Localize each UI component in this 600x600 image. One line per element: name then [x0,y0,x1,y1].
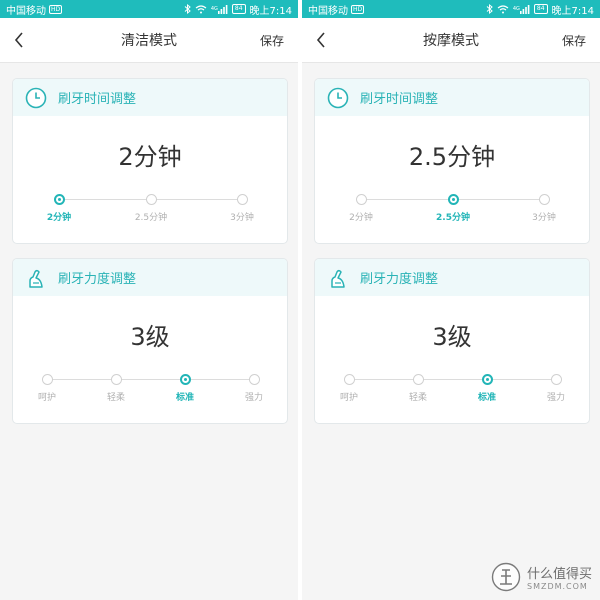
time-card-title: 刷牙时间调整 [58,92,137,107]
page-title: 按摩模式 [423,33,479,49]
smzdm-logo-icon [491,562,521,592]
slider-track [349,379,556,380]
force-card-title: 刷牙力度调整 [58,272,137,287]
nav-bar: 清洁模式 保存 [0,18,298,63]
network-type: 4G [512,6,520,12]
time-card-header: 刷牙时间调整 [315,79,589,116]
time-value: 2分钟 [118,143,182,171]
save-button[interactable]: 保存 [562,32,586,49]
slider-option-label[interactable]: 标准 [478,390,496,403]
slider-option-label[interactable]: 2分钟 [47,210,71,223]
slider-option-label[interactable]: 轻柔 [409,390,427,403]
force-adjust-card: 刷牙力度调整 3级 呵护 轻柔 标准 强力 [314,258,590,424]
back-button[interactable] [316,30,336,50]
slider-option-label[interactable]: 标准 [176,390,194,403]
slider-option-dot[interactable] [412,374,424,385]
slider-option-dot[interactable] [236,194,248,205]
force-slider[interactable]: 呵护 轻柔 标准 强力 [315,374,589,414]
slider-option-label[interactable]: 2.5分钟 [436,210,470,223]
time-slider[interactable]: 2分钟 2.5分钟 3分钟 [13,194,287,234]
slider-option-label[interactable]: 轻柔 [107,390,125,403]
page-title: 清洁模式 [121,33,177,49]
time-adjust-card: 刷牙时间调整 2分钟 2分钟 2.5分钟 3分钟 [12,78,288,244]
nav-bar: 按摩模式 保存 [302,18,600,63]
signal-icon: 4G [512,4,530,14]
force-value: 3级 [130,323,170,351]
force-card-header: 刷牙力度调整 [13,259,287,296]
force-card-header: 刷牙力度调整 [315,259,589,296]
chevron-left-icon [14,32,23,48]
slider-option-label[interactable]: 3分钟 [230,210,254,223]
carrier-name: 中国移动 [6,5,46,17]
bluetooth-icon [486,4,493,14]
time-value: 2.5分钟 [408,143,496,171]
time-card-title: 刷牙时间调整 [360,92,439,107]
slider-option-dot[interactable] [481,374,493,385]
wifi-icon [195,4,207,14]
clock-time: 晚上7:14 [551,5,594,17]
screen-massage-mode: 中国移动 HD 4G 84 晚上7:14 按摩模式 保存 刷牙时间调整 2.5分… [302,0,600,600]
hd-badge: HD [49,4,63,14]
status-bar: 中国移动 HD 4G 84 晚上7:14 [0,0,298,18]
slider-option-label[interactable]: 2分钟 [349,210,373,223]
force-card-title: 刷牙力度调整 [360,272,439,287]
wifi-icon [497,4,509,14]
watermark-subtitle: SMZDM.COM [526,582,588,591]
slider-option-dot[interactable] [447,194,459,205]
slider-option-label[interactable]: 强力 [245,390,263,403]
bluetooth-icon [184,4,191,14]
slider-track [47,379,254,380]
battery-indicator: 84 [231,4,246,14]
watermark: 什么值得买 SMZDM.COM [491,562,592,592]
save-button[interactable]: 保存 [260,32,284,49]
slider-option-label[interactable]: 强力 [547,390,565,403]
chevron-left-icon [316,32,325,48]
slider-option-dot[interactable] [248,374,260,385]
force-slider[interactable]: 呵护 轻柔 标准 强力 [13,374,287,414]
watermark-title: 什么值得买 [526,567,592,582]
toothbrush-icon [24,266,48,290]
slider-option-dot[interactable] [343,374,355,385]
clock-icon [24,86,48,110]
screen-clean-mode: 中国移动 HD 4G 84 晚上7:14 清洁模式 保存 刷牙时间调整 2分钟 … [0,0,298,600]
slider-option-dot[interactable] [538,194,550,205]
slider-option-label[interactable]: 3分钟 [532,210,556,223]
time-adjust-card: 刷牙时间调整 2.5分钟 2分钟 2.5分钟 3分钟 [314,78,590,244]
time-card-header: 刷牙时间调整 [13,79,287,116]
signal-icon: 4G [210,4,228,14]
slider-option-dot[interactable] [110,374,122,385]
clock-time: 晚上7:14 [249,5,292,17]
slider-option-dot[interactable] [41,374,53,385]
slider-option-label[interactable]: 2.5分钟 [135,210,167,223]
hd-badge: HD [351,4,365,14]
slider-option-dot[interactable] [145,194,157,205]
slider-option-dot[interactable] [355,194,367,205]
slider-option-dot[interactable] [53,194,65,205]
battery-indicator: 84 [533,4,548,14]
slider-option-dot[interactable] [550,374,562,385]
slider-option-dot[interactable] [179,374,191,385]
network-type: 4G [210,6,218,12]
status-bar: 中国移动 HD 4G 84 晚上7:14 [302,0,600,18]
time-slider[interactable]: 2分钟 2.5分钟 3分钟 [315,194,589,234]
force-adjust-card: 刷牙力度调整 3级 呵护 轻柔 标准 强力 [12,258,288,424]
back-button[interactable] [14,30,34,50]
slider-option-label[interactable]: 呵护 [38,390,56,403]
toothbrush-icon [326,266,350,290]
force-value: 3级 [432,323,472,351]
slider-option-label[interactable]: 呵护 [340,390,358,403]
carrier-name: 中国移动 [308,5,348,17]
clock-icon [326,86,350,110]
